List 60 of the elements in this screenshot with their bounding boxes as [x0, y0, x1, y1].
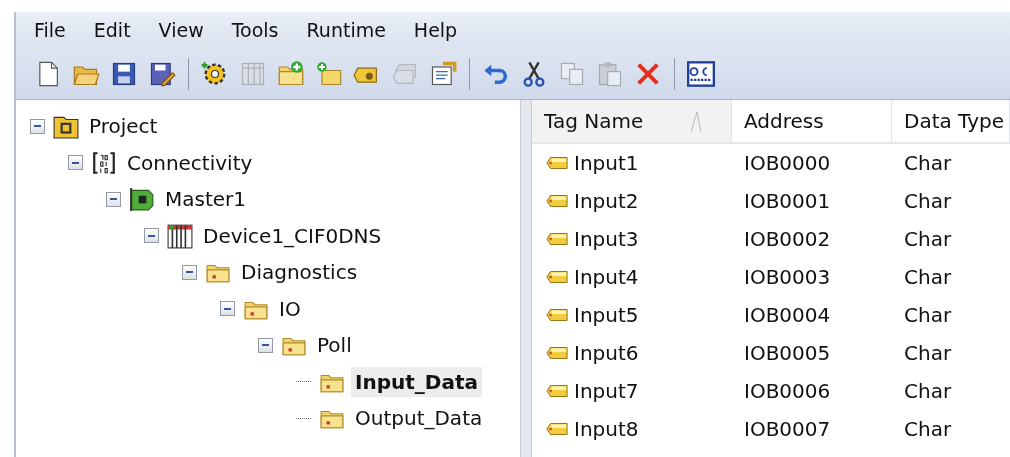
table-cell-text: Char — [904, 302, 952, 329]
table-cell-text: IOB0000 — [744, 150, 831, 177]
column-header[interactable]: Address — [732, 100, 892, 142]
table-cell[interactable]: Input2 — [574, 186, 639, 216]
expand-toggle[interactable] — [182, 264, 197, 280]
tree-item[interactable]: Output_Data — [351, 403, 487, 434]
menu-item[interactable]: Runtime — [294, 15, 398, 45]
menu-item[interactable]: View — [146, 15, 216, 45]
expand-toggle[interactable] — [68, 155, 83, 171]
menu-item[interactable]: Tools — [219, 15, 291, 45]
column-header[interactable]: Data Type — [892, 100, 1010, 142]
tree-item[interactable]: Device1_CIF0DNS — [199, 220, 386, 251]
expand-toggle[interactable] — [106, 191, 121, 207]
properties-icon — [429, 59, 457, 88]
tree-item[interactable]: Poll — [313, 330, 356, 361]
expand-toggle[interactable] — [30, 118, 45, 134]
tree-item[interactable]: IO — [275, 293, 305, 324]
table-cell[interactable]: Input4 — [574, 262, 639, 292]
table-cell-text: IOB0004 — [744, 302, 831, 329]
table-cell[interactable]: Input1 — [574, 148, 639, 178]
sort-indicator-icon — [689, 110, 703, 134]
table-cell-text: Char — [904, 378, 952, 405]
table-cell-text: IOB0007 — [744, 416, 831, 443]
table-cell[interactable]: Input5 — [574, 300, 639, 330]
tree-item[interactable]: Diagnostics — [237, 257, 362, 288]
clipboard-icon — [596, 59, 624, 88]
folder-plus-icon — [277, 59, 305, 88]
table-cell-text: IOB0002 — [744, 226, 831, 253]
tree-item[interactable]: Connectivity — [123, 147, 257, 178]
braces-icon — [91, 149, 117, 176]
table-cell-text: IOB0003 — [744, 264, 831, 291]
folder-plus-icon — [315, 59, 343, 88]
expand-toggle[interactable] — [220, 301, 235, 317]
menu-item[interactable]: Edit — [81, 15, 143, 45]
table-cell-text: Char — [904, 416, 952, 443]
table-cell[interactable]: Input3 — [574, 224, 639, 254]
table-cell[interactable]: Input8 — [574, 414, 639, 444]
column-header[interactable]: Tag Name — [532, 100, 732, 142]
menu-item[interactable]: File — [22, 15, 78, 45]
table-cell-text: IOB0006 — [744, 378, 831, 405]
tree-item[interactable]: Input_Data — [351, 366, 482, 397]
tree-item[interactable]: Project — [85, 111, 162, 142]
tree-connector — [296, 417, 311, 419]
qc-icon — [687, 59, 715, 88]
table-cell[interactable]: Input7 — [574, 376, 639, 406]
network-card-icon — [129, 186, 155, 213]
table-cell-text: Char — [904, 340, 952, 367]
menu-item[interactable]: Help — [401, 15, 470, 45]
table-cell[interactable]: Input6 — [574, 338, 639, 368]
table-cell-text: IOB0005 — [744, 340, 831, 367]
table-cell-text: Char — [904, 188, 952, 215]
table-cell-text: IOB0001 — [744, 188, 831, 215]
table-cell-text: Char — [904, 226, 952, 253]
expand-toggle[interactable] — [144, 228, 159, 244]
tree-item[interactable]: Master1 — [161, 184, 251, 215]
table-cell-text: Char — [904, 264, 952, 291]
module-rack-icon — [167, 222, 193, 249]
expand-toggle[interactable] — [258, 337, 273, 353]
tree-connector — [296, 381, 311, 383]
table-cell-text: Char — [904, 150, 952, 177]
